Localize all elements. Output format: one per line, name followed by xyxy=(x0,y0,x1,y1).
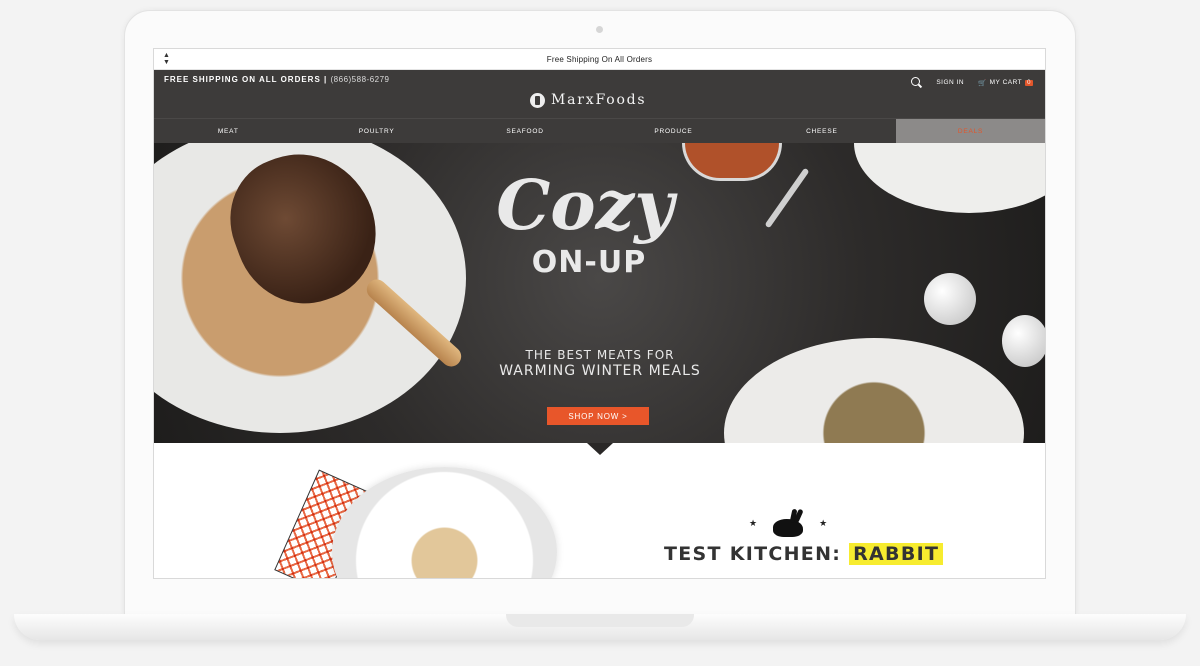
hero-tagline-line2: WARMING WINTER MEALS xyxy=(499,363,701,379)
site-logo[interactable]: MarxFoods xyxy=(530,92,646,108)
search-icon[interactable] xyxy=(911,77,922,88)
rabbit-icon xyxy=(771,508,805,537)
nav-item-produce[interactable]: PRODUCE xyxy=(599,119,747,143)
promo-bar: FREE SHIPPING ON ALL ORDERS | (866)588-6… xyxy=(164,75,389,84)
scroll-arrows-icon[interactable]: ▲ ▼ xyxy=(163,52,170,66)
shop-now-button[interactable]: SHOP NOW > xyxy=(547,407,649,425)
camera-icon xyxy=(596,26,603,33)
promo-text: FREE SHIPPING ON ALL ORDERS | xyxy=(164,75,328,84)
site-header: FREE SHIPPING ON ALL ORDERS | (866)588-6… xyxy=(154,70,1045,118)
star-icon: ★ xyxy=(749,517,758,528)
top-banner-text: Free Shipping On All Orders xyxy=(546,54,653,64)
cart-count-badge: 0 xyxy=(1025,79,1033,86)
cart-label: MY CART xyxy=(989,79,1023,86)
nav-item-seafood[interactable]: SEAFOOD xyxy=(451,119,599,143)
rabbit-dish-image[interactable] xyxy=(332,467,557,578)
test-kitchen-heading[interactable]: TEST KITCHEN: RABBIT xyxy=(664,543,944,565)
laptop-notch xyxy=(506,614,694,627)
star-icon: ★ xyxy=(819,517,828,528)
hero-subtitle: ON-UP xyxy=(531,245,647,280)
hero-title: Cozy xyxy=(496,166,674,246)
nav-item-meat[interactable]: MEAT xyxy=(154,119,302,143)
nav-item-cheese[interactable]: CHEESE xyxy=(748,119,896,143)
pepper-shaker-icon xyxy=(1002,315,1045,367)
rabbit-badge: ★ ★ xyxy=(749,508,828,537)
hero-tagline: THE BEST MEATS FOR WARMING WINTER MEALS xyxy=(490,347,710,379)
logo-icon xyxy=(530,92,545,108)
test-kitchen-highlight: RABBIT xyxy=(849,543,944,565)
hero-banner: Cozy ON-UP THE BEST MEATS FOR WARMING WI… xyxy=(154,143,1045,443)
laptop-mockup: ▲ ▼ Free Shipping On All Orders FREE SHIP… xyxy=(0,0,1200,666)
sign-in-link[interactable]: SIGN IN xyxy=(936,79,964,86)
phone-number[interactable]: (866)588-6279 xyxy=(331,75,390,84)
browser-bar: ▲ ▼ Free Shipping On All Orders xyxy=(154,49,1045,70)
hero-pointer-arrow xyxy=(587,443,613,455)
cart-icon: 🛒 xyxy=(978,79,987,87)
utility-links: SIGN IN 🛒 MY CART 0 xyxy=(911,77,1033,88)
main-nav: MEAT POULTRY SEAFOOD PRODUCE CHEESE DEAL… xyxy=(154,118,1045,143)
test-kitchen-label: TEST KITCHEN: xyxy=(664,543,842,565)
cart-link[interactable]: 🛒 MY CART 0 xyxy=(978,79,1033,87)
nav-item-deals[interactable]: DEALS xyxy=(896,119,1045,143)
screen: ▲ ▼ Free Shipping On All Orders FREE SHIP… xyxy=(153,48,1046,579)
logo-text: MarxFoods xyxy=(551,92,647,108)
salt-shaker-icon xyxy=(924,273,976,325)
feature-section: ★ ★ TEST KITCHEN: RABBIT xyxy=(154,443,1045,578)
hero-tagline-line1: THE BEST MEATS FOR xyxy=(525,348,675,362)
nav-item-poultry[interactable]: POULTRY xyxy=(302,119,450,143)
